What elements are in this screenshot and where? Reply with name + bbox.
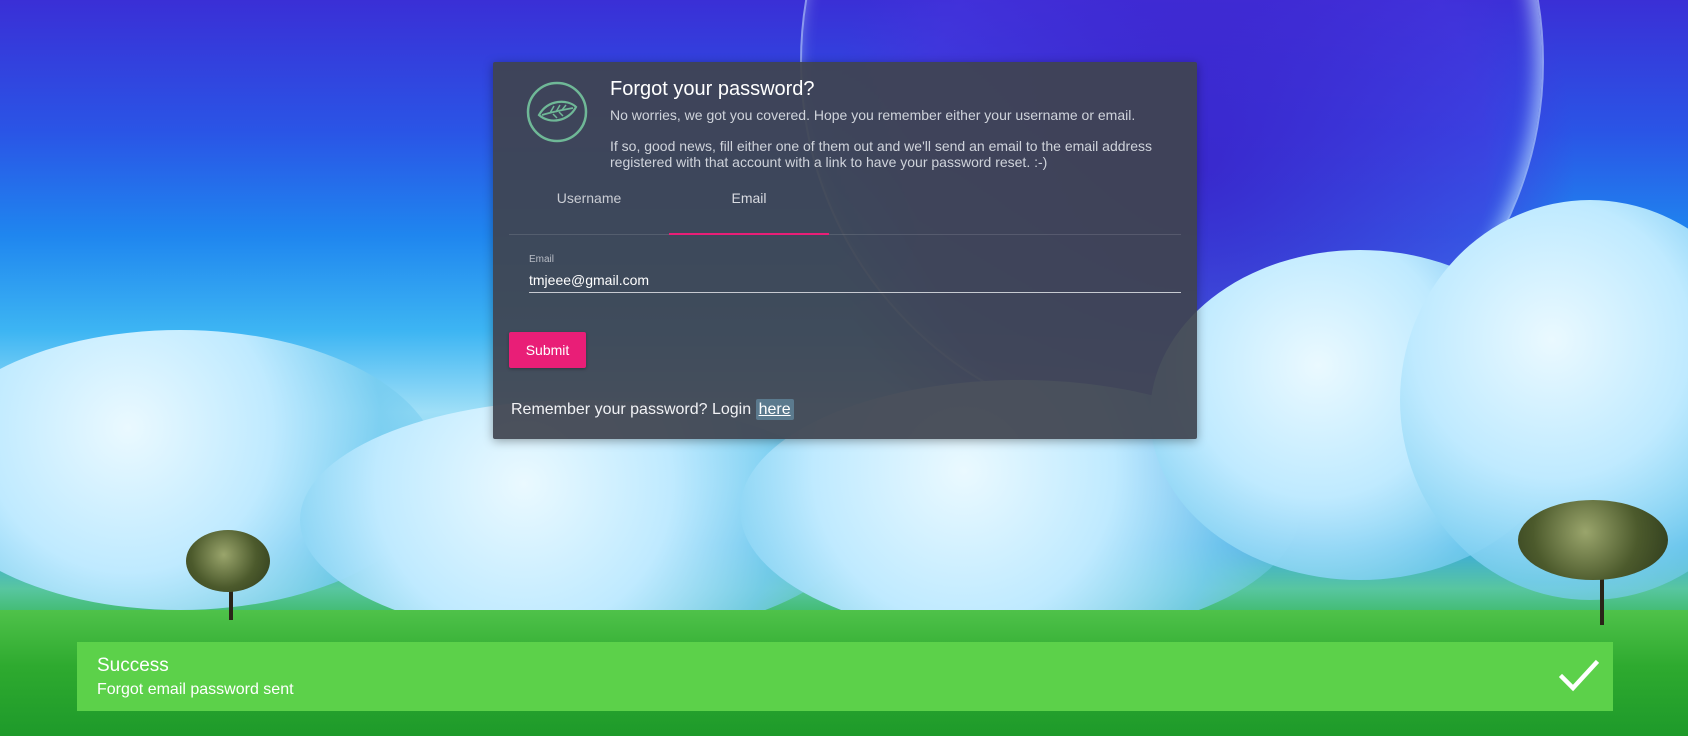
page-title: Forgot your password? — [610, 78, 815, 100]
recovery-method-tabs: Username Email — [509, 184, 1181, 235]
email-field-label: Email — [529, 254, 555, 265]
login-link[interactable]: here — [755, 399, 794, 420]
notification-message: Forgot email password sent — [97, 681, 294, 698]
forgot-password-card: Forgot your password? No worries, we got… — [493, 62, 1197, 439]
tree — [1518, 500, 1668, 580]
success-notification: Success Forgot email password sent — [77, 642, 1613, 711]
active-tab-indicator — [669, 233, 829, 235]
login-prompt: Remember your password? Login here — [511, 399, 794, 420]
description-text: No worries, we got you covered. Hope you… — [610, 107, 1136, 123]
notification-title: Success — [97, 655, 169, 676]
tab-label: Email — [731, 190, 767, 206]
tree — [186, 530, 270, 592]
tab-email[interactable]: Email — [669, 184, 829, 235]
login-prompt-text: Remember your password? Login — [511, 401, 756, 418]
submit-button[interactable]: Submit — [509, 332, 586, 368]
leaf-icon — [526, 81, 588, 143]
tab-username[interactable]: Username — [509, 184, 669, 234]
tab-label: Username — [556, 190, 622, 206]
checkmark-icon — [1559, 659, 1599, 692]
email-field[interactable] — [529, 268, 1181, 293]
description-text: If so, good news, fill either one of the… — [610, 138, 1152, 170]
